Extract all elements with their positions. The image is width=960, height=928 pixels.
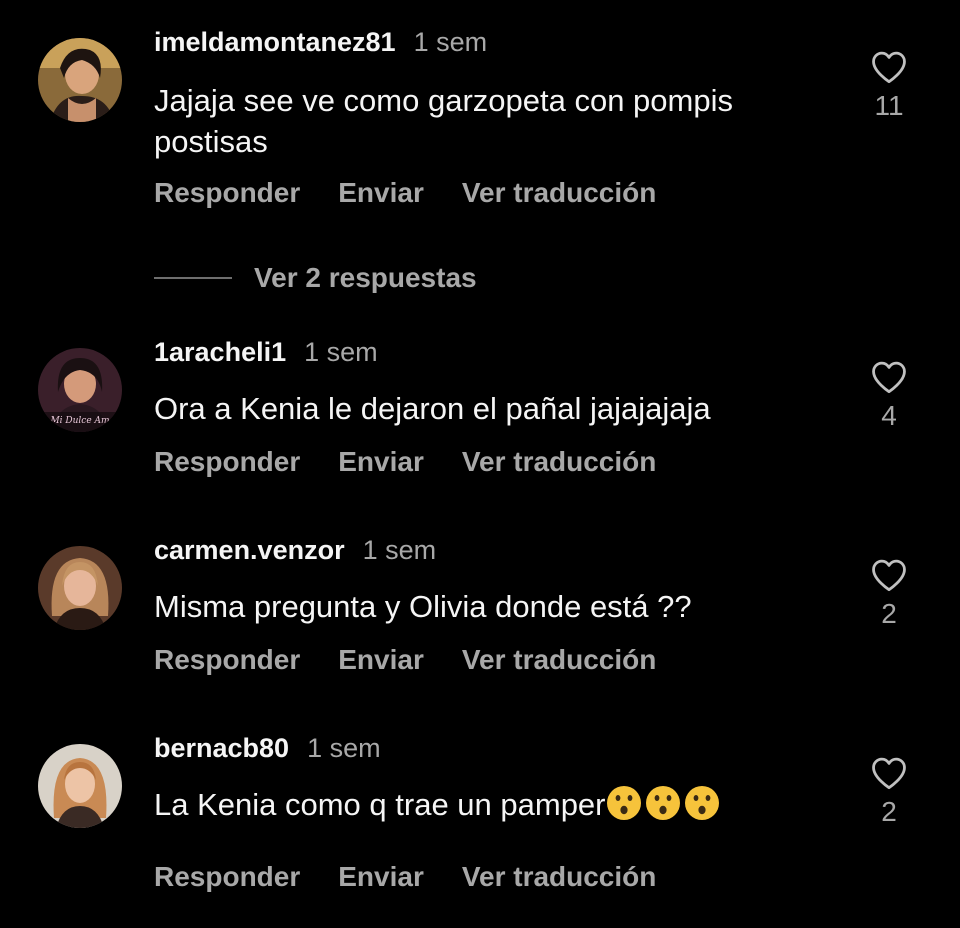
- avatar-image: [38, 744, 122, 828]
- comment-text: Ora a Kenia le dejaron el pañal jajajaja…: [154, 391, 711, 426]
- send-button[interactable]: Enviar: [338, 644, 424, 675]
- timestamp: 1 sem: [304, 337, 378, 367]
- avatar-caption: Mi Dulce Am: [49, 416, 109, 426]
- comment-actions: Responder Enviar Ver traducción: [154, 860, 656, 894]
- comment-actions: Responder Enviar Ver traducción: [154, 643, 656, 677]
- comment-actions: Responder Enviar Ver traducción: [154, 445, 656, 479]
- hushed-face-emoji-icon: [645, 786, 680, 820]
- heart-icon[interactable]: [870, 50, 908, 84]
- like-count: 2: [881, 598, 897, 629]
- avatar-image: [38, 38, 122, 122]
- translate-button[interactable]: Ver traducción: [462, 177, 657, 208]
- reply-button[interactable]: Responder: [154, 177, 300, 208]
- comment-header: carmen.venzor 1 sem: [154, 534, 436, 566]
- comment-text-line: postisas: [154, 124, 268, 159]
- avatar-image: Mi Dulce Am: [38, 348, 122, 432]
- comment-text: Jajaja see ve como garzopeta con pompis …: [154, 80, 834, 162]
- heart-icon[interactable]: [870, 360, 908, 394]
- username[interactable]: imeldamontanez81: [154, 27, 396, 57]
- like-control: 2: [860, 756, 918, 828]
- comment-text-content: La Kenia como q trae un pamper: [154, 787, 606, 822]
- reply-button[interactable]: Responder: [154, 861, 300, 892]
- like-control: 2: [860, 558, 918, 630]
- username[interactable]: 1aracheli1: [154, 337, 286, 367]
- replies-divider: [154, 277, 232, 279]
- comment-actions: Responder Enviar Ver traducción: [154, 176, 656, 210]
- hushed-face-emoji-icon: [684, 786, 719, 820]
- comment-text: Misma pregunta y Olivia donde está ??: [154, 589, 692, 624]
- comment-header: imeldamontanez81 1 sem: [154, 26, 487, 58]
- comment-header: bernacb80 1 sem: [154, 732, 381, 764]
- translate-button[interactable]: Ver traducción: [462, 644, 657, 675]
- timestamp: 1 sem: [307, 733, 381, 763]
- translate-button[interactable]: Ver traducción: [462, 446, 657, 477]
- reply-button[interactable]: Responder: [154, 644, 300, 675]
- avatar-image: [38, 546, 122, 630]
- like-count: 11: [874, 90, 904, 121]
- timestamp: 1 sem: [413, 27, 488, 57]
- comment-text: La Kenia como q trae un pamper: [154, 784, 834, 825]
- avatar[interactable]: [38, 744, 122, 828]
- comment-text-line: Jajaja see ve como garzopeta con pompis: [154, 83, 733, 118]
- like-count: 4: [881, 400, 897, 431]
- send-button[interactable]: Enviar: [338, 177, 424, 208]
- view-replies-button[interactable]: Ver 2 respuestas: [154, 262, 477, 294]
- username[interactable]: carmen.venzor: [154, 535, 345, 565]
- view-replies-label: Ver 2 respuestas: [254, 262, 477, 293]
- heart-icon[interactable]: [870, 558, 908, 592]
- send-button[interactable]: Enviar: [338, 861, 424, 892]
- avatar[interactable]: [38, 38, 122, 122]
- avatar[interactable]: [38, 546, 122, 630]
- avatar[interactable]: Mi Dulce Am: [38, 348, 122, 432]
- like-control: 4: [860, 360, 918, 432]
- reply-button[interactable]: Responder: [154, 446, 300, 477]
- like-control: 11: [860, 50, 918, 122]
- username[interactable]: bernacb80: [154, 733, 289, 763]
- translate-button[interactable]: Ver traducción: [462, 861, 657, 892]
- hushed-face-emoji-icon: [606, 786, 641, 820]
- like-count: 2: [881, 796, 897, 827]
- heart-icon[interactable]: [870, 756, 908, 790]
- send-button[interactable]: Enviar: [338, 446, 424, 477]
- timestamp: 1 sem: [362, 535, 437, 565]
- comment-header: 1aracheli1 1 sem: [154, 336, 378, 368]
